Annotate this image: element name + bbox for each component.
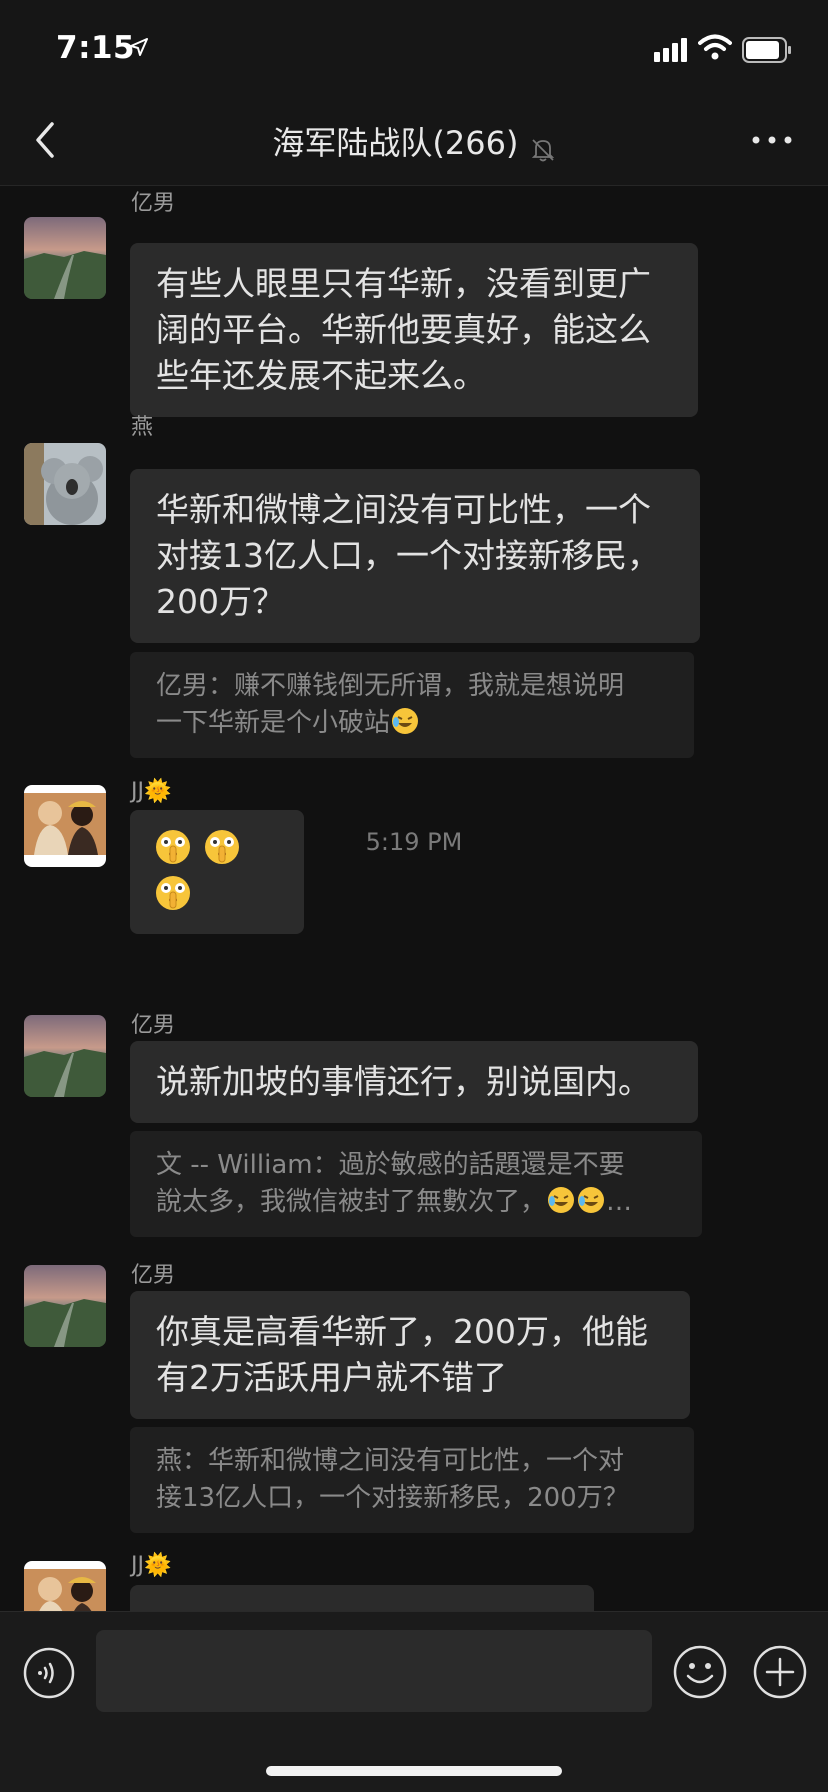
sender-name: 亿男 [131,1013,176,1038]
quoted-message[interactable]: 亿男：赚不赚钱倒无所谓，我就是想说明 一下华新是个小破站 [130,652,694,758]
cellular-signal-icon [654,38,687,62]
message-bubble[interactable]: 你真是高看华新了，200万，他能 有2万活跃用户就不错了 [130,1291,690,1419]
message-line: 200万？ [156,582,285,621]
quote-line: 燕：华新和微博之间没有可比性，一个对 [156,1446,625,1476]
chat-messages[interactable]: 亿男 有些人眼里只有华新，没看到更广 阔的平台。华新他要真好，能这么 些年还发展… [0,187,828,1611]
location-arrow-icon [130,38,148,56]
more-functions-button[interactable] [752,1644,808,1700]
more-options-button[interactable] [750,128,794,152]
people-avatar[interactable] [24,1561,106,1611]
home-indicator[interactable] [266,1766,562,1776]
koala-avatar[interactable] [24,443,106,525]
landscape-avatar[interactable] [24,217,106,299]
message-line: 你真是高看华新了，200万，他能 [156,1312,648,1351]
sender-name: 燕 [131,415,154,440]
message-bubble[interactable]: 华新和微博之间没有可比性，一个 对接13亿人口，一个对接新移民， 200万？ [130,469,700,643]
muted-bell-icon [531,138,554,161]
sender-name: JJ🌞 [131,1553,172,1578]
quote-line: 文 -- William：過於敏感的話題還是不要 [156,1150,625,1180]
message-input[interactable] [96,1630,652,1712]
chat-title: 海军陆战队(266) [0,118,828,164]
time-separator: 5:19 PM [365,828,463,856]
message-line: 有些人眼里只有华新，没看到更广 [156,264,651,303]
battery-icon [742,37,791,63]
quote-line: 亿男：赚不赚钱倒无所谓，我就是想说明 [156,671,625,701]
message-line: 对接13亿人口，一个对接新移民， [156,536,660,575]
landscape-avatar[interactable] [24,1015,106,1097]
message-line: 些年还发展不起来么。 [156,356,486,395]
wifi-icon [698,34,732,60]
input-bar [0,1611,828,1792]
landscape-avatar[interactable] [24,1265,106,1347]
sun-emoji: 🌞 [143,779,172,804]
message-bubble[interactable]: 说新加坡的事情还行，别说国内。 [130,1041,698,1123]
sun-emoji: 🌞 [143,1553,172,1578]
quoted-message[interactable]: 燕：华新和微博之间没有可比性，一个对 接13亿人口，一个对接新移民，200万？ [130,1427,694,1533]
emoji-button[interactable] [672,1644,728,1700]
rolling-laughing-emoji [392,708,419,734]
message-line: 阔的平台。华新他要真好，能这么 [156,310,651,349]
message-bubble[interactable]: 有些人眼里只有华新，没看到更广 阔的平台。华新他要真好，能这么 些年还发展不起来… [130,243,698,417]
quote-line: 一下华新是个小破站 [156,705,668,742]
shushing-face-emoji [156,876,190,910]
rolling-laughing-emoji [578,1187,605,1213]
quote-line: 說太多，我微信被封了無數次了，… [156,1187,633,1217]
sender-name: 亿男 [131,1263,176,1288]
message-line: 华新和微博之间没有可比性，一个 [156,490,651,529]
message-line: 有2万活跃用户就不错了 [156,1358,507,1397]
quote-line: 接13亿人口，一个对接新移民，200万？ [156,1483,629,1513]
sender-name: JJ🌞 [131,779,172,804]
group-name: 海军陆战队(266) [272,124,519,162]
status-time: 7:15 [56,30,136,66]
quoted-message[interactable]: 文 -- William：過於敏感的話題還是不要 說太多，我微信被封了無數次了，… [130,1131,702,1237]
rolling-laughing-emoji [548,1187,575,1213]
message-bubble[interactable] [130,1585,594,1611]
message-line: 说新加坡的事情还行，别说国内。 [156,1062,651,1101]
sender-name: 亿男 [131,191,176,216]
voice-input-button[interactable] [22,1646,76,1700]
status-bar: 7:15 [0,0,828,96]
nav-bar: 海军陆战队(266) [0,96,828,186]
